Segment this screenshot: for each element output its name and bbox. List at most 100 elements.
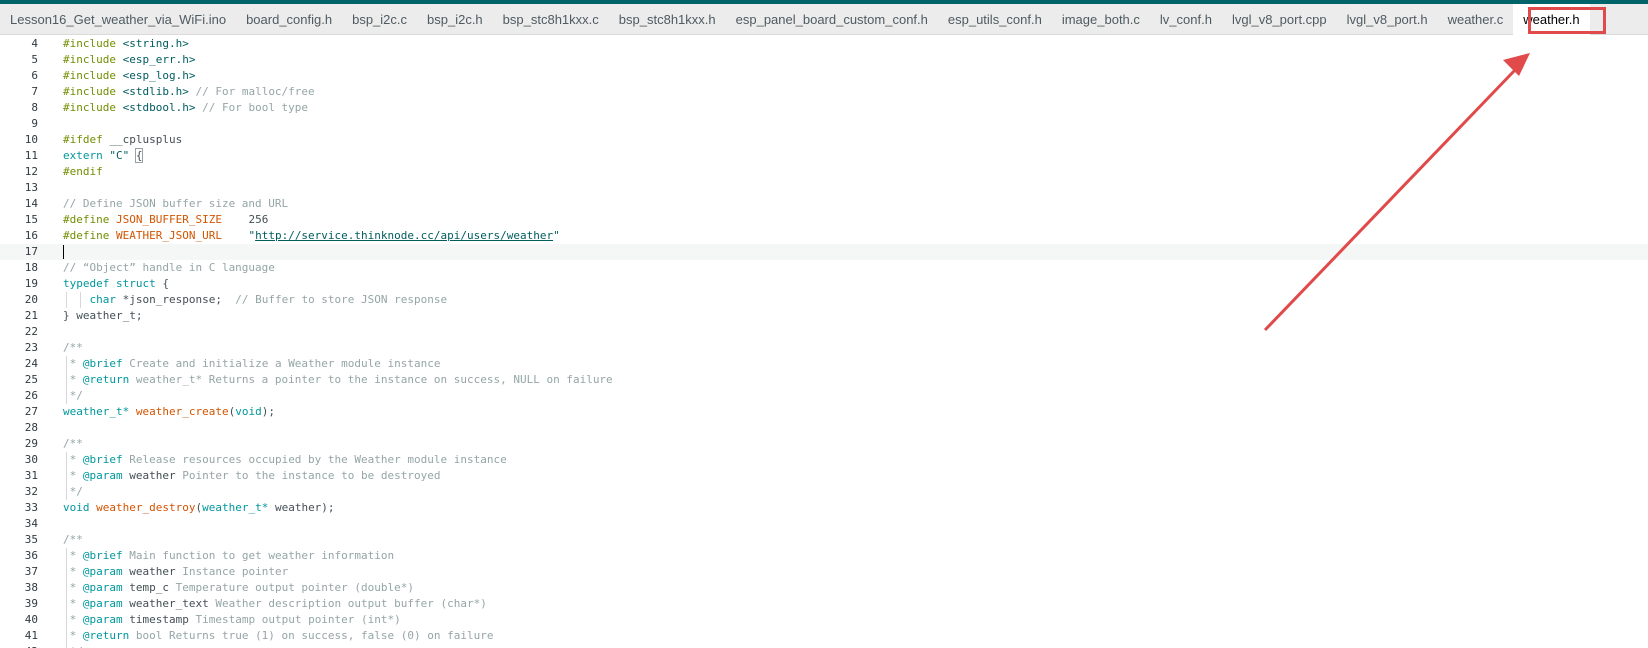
token-tag: @return	[82, 629, 130, 642]
token-cmt: // For bool type	[195, 101, 309, 114]
code-line[interactable]: 29 /**	[0, 436, 1648, 452]
token-cmt: Timestamp output pointer (int*)	[188, 613, 401, 626]
token-cmt: /**	[63, 437, 83, 450]
code-line[interactable]: 17	[0, 244, 1648, 260]
line-number: 5	[31, 53, 38, 66]
token-cmt: Release resources occupied by the Weathe…	[122, 453, 507, 466]
code-line[interactable]: 26 */	[0, 388, 1648, 404]
line-number: 19	[24, 277, 38, 290]
code-line[interactable]: 16 #define WEATHER_JSON_URL "http://servi…	[0, 228, 1648, 244]
line-number: 14	[24, 197, 38, 210]
code-line[interactable]: 11 extern "C" {	[0, 148, 1648, 164]
tab-image-both-c[interactable]: image_both.c	[1052, 4, 1150, 35]
token-cmt: *	[63, 549, 83, 562]
code-line[interactable]: 35 /**	[0, 532, 1648, 548]
token-str: "	[553, 229, 560, 242]
code-line[interactable]: 23 /**	[0, 340, 1648, 356]
file-tab-bar: Lesson16_Get_weather_via_WiFi.ino board_c…	[0, 3, 1648, 35]
line-number: 21	[24, 309, 38, 322]
code-line[interactable]: 32 */	[0, 484, 1648, 500]
code-line[interactable]: 42 */	[0, 644, 1648, 648]
token-kw: void	[63, 501, 90, 514]
code-line[interactable]: 22	[0, 324, 1648, 340]
token-cmt: Weather description output buffer (char*…	[208, 597, 487, 610]
token-preproc: #include	[63, 101, 123, 114]
code-line[interactable]: 10 #ifdef __cplusplus	[0, 132, 1648, 148]
tab-esp-panel-board-custom-conf-h[interactable]: esp_panel_board_custom_conf.h	[726, 4, 938, 35]
code-line[interactable]: 41 * @return bool Returns true (1) on su…	[0, 628, 1648, 644]
code-line[interactable]: 6 #include <esp_log.h>	[0, 68, 1648, 84]
token-kw: weather_t*	[202, 501, 269, 514]
tab-bsp-stc8h1kxx-c[interactable]: bsp_stc8h1kxx.c	[493, 4, 609, 35]
token-preproc: #include	[63, 53, 123, 66]
tab-lvgl-v8-port-cpp[interactable]: lvgl_v8_port.cpp	[1222, 4, 1337, 35]
token-plain: temp_c	[122, 581, 169, 594]
code-line[interactable]: 15 #define JSON_BUFFER_SIZE 256	[0, 212, 1648, 228]
code-line[interactable]: 14 // Define JSON buffer size and URL	[0, 196, 1648, 212]
token-str: <stdlib.h>	[122, 85, 189, 98]
line-number: 4	[31, 37, 38, 50]
tab-lesson16-get-weather-via-wifi-ino[interactable]: Lesson16_Get_weather_via_WiFi.ino	[0, 4, 236, 35]
code-line[interactable]: 27 weather_t* weather_create(void);	[0, 404, 1648, 420]
token-cmt: /**	[63, 533, 83, 546]
code-line[interactable]: 38 * @param temp_c Temperature output po…	[0, 580, 1648, 596]
token-preproc: #define	[63, 229, 116, 242]
code-text: #define JSON_BUFFER_SIZE 256	[63, 212, 268, 228]
code-line[interactable]: 36 * @brief Main function to get weather…	[0, 548, 1648, 564]
code-line[interactable]: 4 #include <string.h>	[0, 36, 1648, 52]
code-text: * @return bool Returns true (1) on succe…	[63, 628, 494, 644]
line-number: 17	[24, 245, 38, 258]
token-str: "C"	[109, 149, 130, 162]
code-line[interactable]: 24 * @brief Create and initialize a Weat…	[0, 356, 1648, 372]
tab-bsp-stc8h1kxx-h[interactable]: bsp_stc8h1kxx.h	[609, 4, 726, 35]
code-line[interactable]: 18 // “Object” handle in C language	[0, 260, 1648, 276]
code-line[interactable]: 40 * @param timestamp Timestamp output p…	[0, 612, 1648, 628]
code-line[interactable]: 5 #include <esp_err.h>	[0, 52, 1648, 68]
token-cmt: *	[63, 629, 83, 642]
code-line[interactable]: 33 void weather_destroy(weather_t* weathe…	[0, 500, 1648, 516]
line-number: 37	[24, 565, 38, 578]
tab-lv-conf-h[interactable]: lv_conf.h	[1150, 4, 1222, 35]
code-line[interactable]: 25 * @return weather_t* Returns a pointe…	[0, 372, 1648, 388]
code-text: #include <stdlib.h> // For malloc/free	[63, 84, 315, 100]
code-line[interactable]: 37 * @param weather Instance pointer	[0, 564, 1648, 580]
code-editor[interactable]: 4 #include <string.h> 5 #include <esp_err.h…	[0, 36, 1648, 648]
code-line[interactable]: 19 typedef struct {	[0, 276, 1648, 292]
code-line[interactable]: 7 #include <stdlib.h> // For malloc/free	[0, 84, 1648, 100]
code-line[interactable]: 20 char *json_response; // Buffer to sto…	[0, 292, 1648, 308]
token-cmt: *	[63, 565, 83, 578]
code-text: #include <esp_err.h>	[63, 52, 195, 68]
tab-lvgl-v8-port-h[interactable]: lvgl_v8_port.h	[1337, 4, 1438, 35]
code-line[interactable]: 34	[0, 516, 1648, 532]
code-line[interactable]: 39 * @param weather_text Weather descrip…	[0, 596, 1648, 612]
line-number: 23	[24, 341, 38, 354]
tab-weather-h[interactable]: weather.h	[1513, 3, 1590, 35]
token-plain: 256	[221, 213, 269, 226]
code-text: #include <string.h>	[63, 36, 189, 52]
line-number: 27	[24, 405, 38, 418]
tab-esp-utils-conf-h[interactable]: esp_utils_conf.h	[938, 4, 1052, 35]
token-cmt: *	[63, 597, 83, 610]
token-preproc: #include	[63, 69, 123, 82]
code-line[interactable]: 28	[0, 420, 1648, 436]
code-line[interactable]: 31 * @param weather Pointer to the insta…	[0, 468, 1648, 484]
code-line[interactable]: 21 } weather_t;	[0, 308, 1648, 324]
code-line[interactable]: 30 * @brief Release resources occupied b…	[0, 452, 1648, 468]
tab-board-config-h[interactable]: board_config.h	[236, 4, 342, 35]
token-tag: @param	[82, 581, 123, 594]
tab-weather-c[interactable]: weather.c	[1438, 4, 1514, 35]
tab-bsp-i2c-c[interactable]: bsp_i2c.c	[342, 4, 417, 35]
token-plain: __cplusplus	[109, 133, 183, 146]
token-kw: weather_t*	[63, 405, 130, 418]
line-number: 22	[24, 325, 38, 338]
code-line[interactable]: 12 #endif	[0, 164, 1648, 180]
token-preproc: #endif	[63, 165, 103, 178]
token-plain: } weather_t;	[63, 309, 143, 322]
token-bracket: {	[134, 148, 144, 163]
token-cmt: *	[63, 469, 83, 482]
code-line[interactable]: 8 #include <stdbool.h> // For bool type	[0, 100, 1648, 116]
tab-bsp-i2c-h[interactable]: bsp_i2c.h	[417, 4, 493, 35]
code-line[interactable]: 9	[0, 116, 1648, 132]
line-number: 29	[24, 437, 38, 450]
code-line[interactable]: 13	[0, 180, 1648, 196]
